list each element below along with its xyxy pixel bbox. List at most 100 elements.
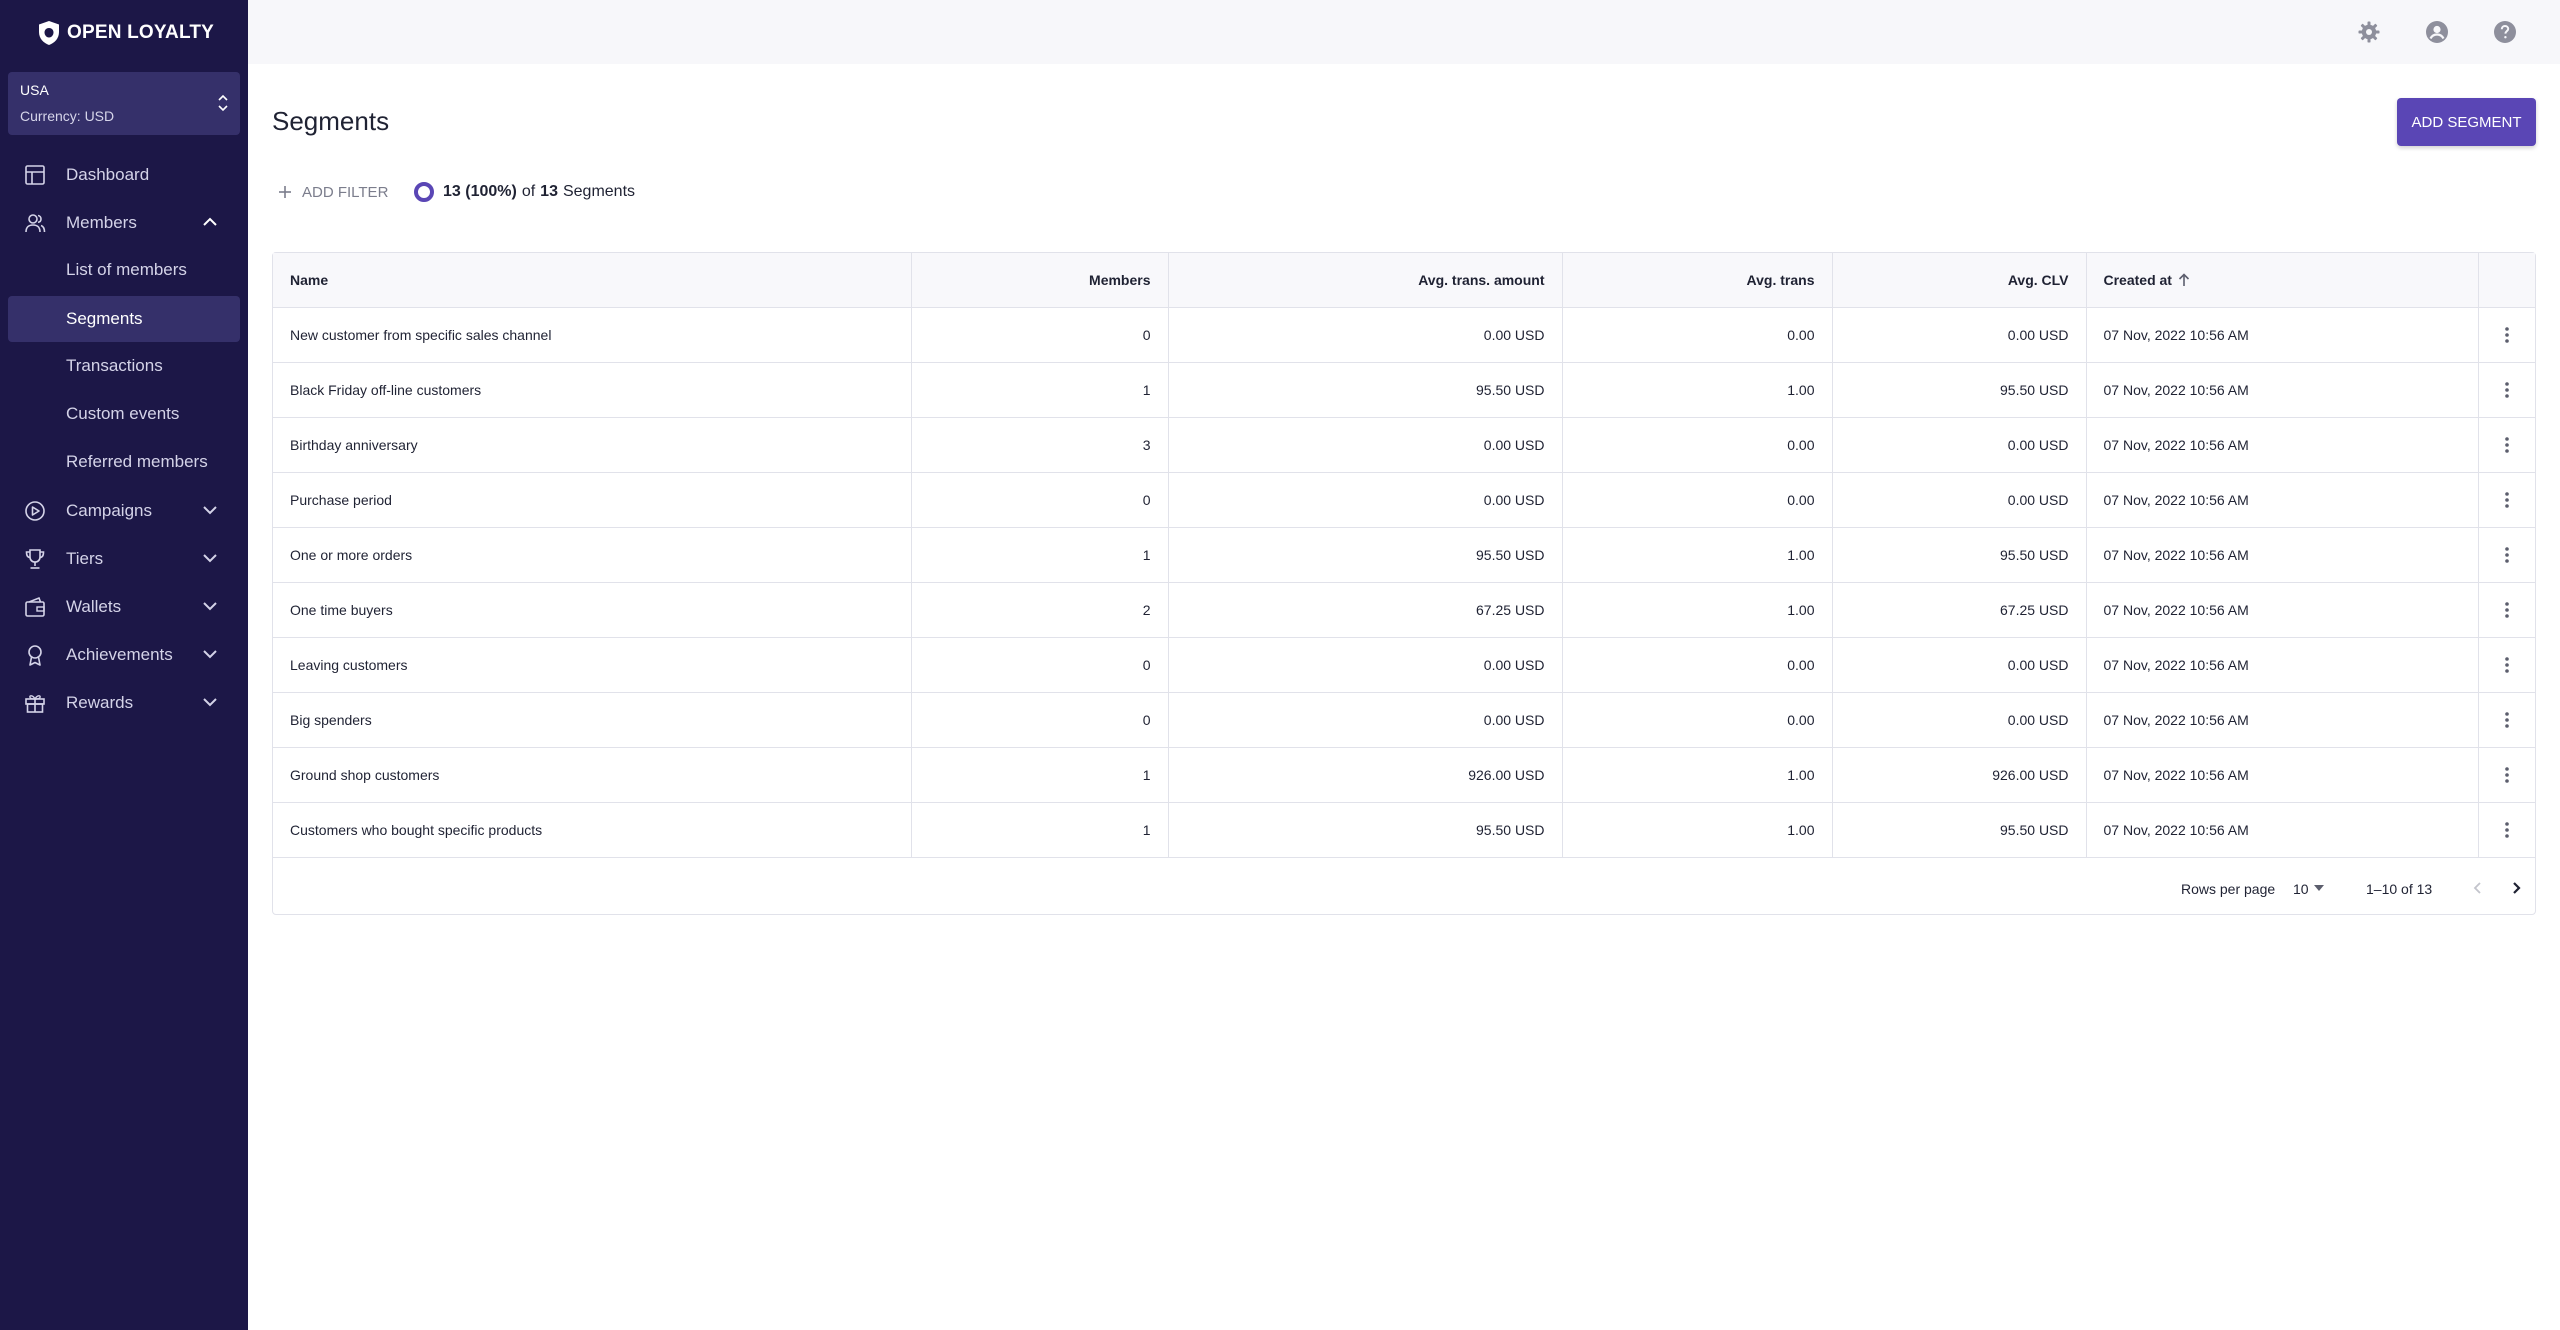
sidebar-item-label: Transactions [66, 356, 163, 375]
rows-per-page-label: Rows per page [2181, 881, 2276, 897]
nav-rewards[interactable]: Rewards [0, 682, 248, 722]
table-row[interactable]: One time buyers 2 67.25 USD 1.00 67.25 USD 07… [273, 582, 2535, 638]
next-page-icon[interactable] [2507, 879, 2525, 897]
nav-tiers[interactable]: Tiers [0, 538, 248, 578]
pagination-range: 1–10 of 13 [2366, 881, 2433, 897]
cell-avg-trans-amount: 67.25 USD [1168, 582, 1563, 638]
more-vert-icon[interactable] [2504, 820, 2510, 840]
add-filter-button[interactable]: ADD FILTER [278, 180, 388, 204]
chevron-down-icon [203, 554, 217, 563]
sidebar-item-label: List of members [66, 260, 187, 279]
cell-avg-trans-amount: 926.00 USD [1168, 747, 1563, 803]
sidebar-item-custom-events[interactable]: Custom events [8, 391, 240, 437]
nav-achievements[interactable]: Achievements [0, 634, 248, 674]
column-header-name[interactable]: Name [273, 253, 912, 308]
brand-logo[interactable]: OPEN LOYALTY [37, 20, 214, 46]
more-vert-icon[interactable] [2504, 325, 2510, 345]
sidebar-item-referred-members[interactable]: Referred members [8, 439, 240, 485]
cell-avg-trans: 0.00 [1562, 472, 1833, 528]
table-row[interactable]: Big spenders 0 0.00 USD 0.00 0.00 USD 07 Nov,… [273, 692, 2535, 748]
table-row[interactable]: One or more orders 1 95.50 USD 1.00 95.50 US… [273, 527, 2535, 583]
unfold-icon [218, 94, 228, 112]
settings-icon[interactable] [2357, 20, 2381, 44]
cell-name: One or more orders [273, 527, 912, 583]
cell-avg-trans-amount: 95.50 USD [1168, 362, 1563, 418]
cell-avg-clv: 0.00 USD [1832, 637, 2087, 693]
cell-members: 0 [911, 637, 1169, 693]
plus-icon [279, 186, 291, 198]
column-header-avg-clv[interactable]: Avg. CLV [1832, 253, 2087, 308]
cell-members: 1 [911, 362, 1169, 418]
count-suffix: Segments [562, 183, 636, 200]
chevron-down-icon [203, 698, 217, 707]
more-vert-icon[interactable] [2504, 600, 2510, 620]
table-row[interactable]: New customer from specific sales channel… [273, 307, 2535, 363]
cell-avg-trans-amount: 95.50 USD [1168, 527, 1563, 583]
cell-avg-trans: 1.00 [1562, 582, 1833, 638]
nav-wallets-label: Wallets [66, 597, 122, 616]
cell-avg-trans-amount: 0.00 USD [1168, 472, 1563, 528]
more-vert-icon[interactable] [2504, 710, 2510, 730]
column-header-avg-trans-amount[interactable]: Avg. trans. amount [1168, 253, 1563, 308]
table-header-row: Name Members Avg. trans. amount Avg. tra… [273, 253, 2535, 308]
help-icon[interactable] [2493, 20, 2517, 44]
more-vert-icon[interactable] [2504, 655, 2510, 675]
cell-created-at: 07 Nov, 2022 10:56 AM [2086, 307, 2479, 363]
cell-avg-trans: 1.00 [1562, 747, 1833, 803]
more-vert-icon[interactable] [2504, 380, 2510, 400]
nav-campaigns-label: Campaigns [66, 501, 152, 520]
caret-down-icon[interactable] [2314, 885, 2324, 892]
trophy-icon [25, 549, 45, 569]
add-segment-button[interactable]: ADD SEGMENT [2397, 98, 2536, 146]
page-title: Segments [272, 106, 390, 136]
more-vert-icon[interactable] [2504, 765, 2510, 785]
segment-count-summary: 13 (100%) of 13 Segments [413, 180, 635, 204]
cell-created-at: 07 Nov, 2022 10:56 AM [2086, 747, 2479, 803]
cell-created-at: 07 Nov, 2022 10:56 AM [2086, 472, 2479, 528]
column-header-avg-trans[interactable]: Avg. trans [1562, 253, 1833, 308]
cell-avg-trans: 1.00 [1562, 802, 1833, 858]
rows-per-page-select[interactable]: 10 [2293, 881, 2309, 897]
row-actions-cell [2478, 692, 2535, 748]
nav-campaigns[interactable]: Campaigns [0, 490, 248, 530]
nav-dashboard-label: Dashboard [66, 165, 150, 184]
shield-logo-icon [39, 21, 59, 45]
cell-avg-trans-amount: 0.00 USD [1168, 692, 1563, 748]
sidebar-item-list-of-members[interactable]: List of members [8, 247, 240, 293]
cell-members: 1 [911, 802, 1169, 858]
table-row[interactable]: Customers who bought specific products 1 9… [273, 802, 2535, 858]
nav-members[interactable]: Members [0, 202, 248, 242]
cell-avg-trans: 0.00 [1562, 417, 1833, 473]
account-icon[interactable] [2425, 20, 2449, 44]
more-vert-icon[interactable] [2504, 435, 2510, 455]
cell-name: Big spenders [273, 692, 912, 748]
cell-avg-clv: 0.00 USD [1832, 417, 2087, 473]
table-row[interactable]: Birthday anniversary 3 0.00 USD 0.00 0.00 US… [273, 417, 2535, 473]
column-header-created-at[interactable]: Created at [2086, 253, 2479, 308]
nav-dashboard[interactable]: Dashboard [0, 154, 248, 194]
row-actions-cell [2478, 527, 2535, 583]
table-row[interactable]: Purchase period 0 0.00 USD 0.00 0.00 USD 07 N… [273, 472, 2535, 528]
cell-name: New customer from specific sales channel [273, 307, 912, 363]
more-vert-icon[interactable] [2504, 490, 2510, 510]
cell-created-at: 07 Nov, 2022 10:56 AM [2086, 527, 2479, 583]
cell-created-at: 07 Nov, 2022 10:56 AM [2086, 362, 2479, 418]
chevron-down-icon [203, 650, 217, 659]
top-bar [248, 0, 2560, 64]
cell-name: Purchase period [273, 472, 912, 528]
column-header-members[interactable]: Members [911, 253, 1169, 308]
table-row[interactable]: Leaving customers 0 0.00 USD 0.00 0.00 USD 07… [273, 637, 2535, 693]
cell-members: 0 [911, 472, 1169, 528]
cell-name: Birthday anniversary [273, 417, 912, 473]
cell-name: Customers who bought specific products [273, 802, 912, 858]
nav-rewards-label: Rewards [66, 693, 134, 712]
previous-page-icon[interactable] [2469, 879, 2487, 897]
table-row[interactable]: Black Friday off-line customers 1 95.50 US… [273, 362, 2535, 418]
more-vert-icon[interactable] [2504, 545, 2510, 565]
dashboard-icon [25, 165, 45, 185]
sidebar-item-transactions[interactable]: Transactions [8, 343, 240, 389]
store-switcher[interactable]: USA Currency: USD [8, 72, 240, 135]
sidebar-item-segments[interactable]: Segments [8, 296, 240, 342]
nav-wallets[interactable]: Wallets [0, 586, 248, 626]
table-row[interactable]: Ground shop customers 1 926.00 USD 1.00 926.… [273, 747, 2535, 803]
